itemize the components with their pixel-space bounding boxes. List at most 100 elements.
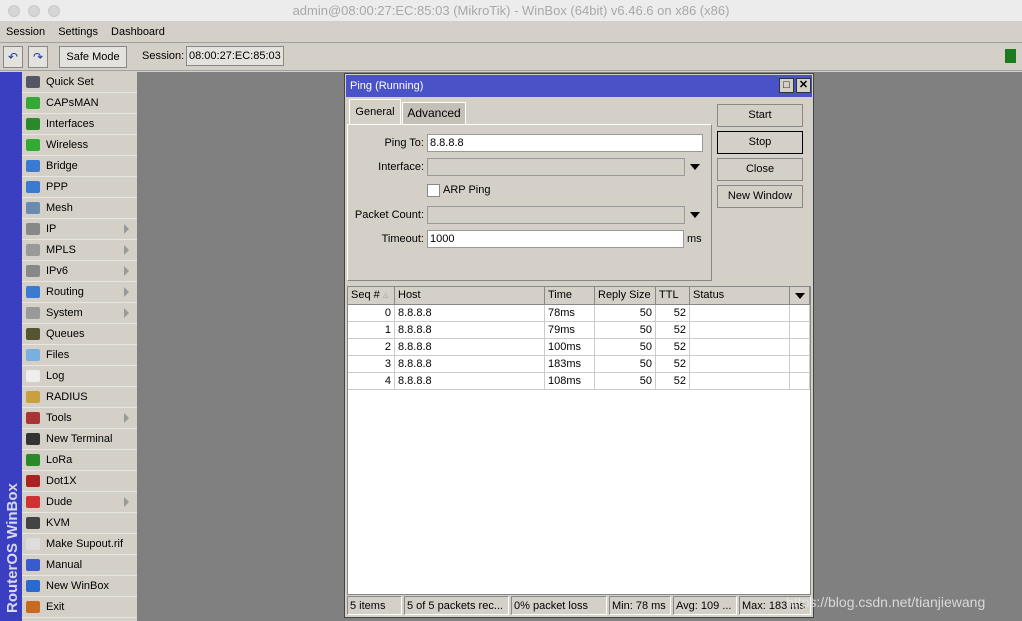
packet-count-dropdown-icon[interactable] xyxy=(690,212,700,218)
column-header-ttl[interactable]: TTL xyxy=(656,287,690,305)
menu-dashboard[interactable]: Dashboard xyxy=(111,26,165,38)
ping-to-input[interactable]: 8.8.8.8 xyxy=(427,134,703,152)
packet-count-label: Packet Count: xyxy=(354,209,424,221)
redo-button[interactable]: ↷ xyxy=(28,46,48,68)
menu-settings[interactable]: Settings xyxy=(58,26,98,38)
sidebar-item-quick-set[interactable]: Quick Set xyxy=(22,72,137,93)
sidebar-item-mpls[interactable]: MPLS xyxy=(22,240,137,261)
stop-button[interactable]: Stop xyxy=(717,131,803,154)
timeout-input[interactable]: 1000 xyxy=(427,230,684,248)
status-field: 5 of 5 packets rec... xyxy=(404,596,509,615)
app-title-bar: admin@08:00:27:EC:85:03 (MikroTik) - Win… xyxy=(0,0,1022,22)
column-header-status[interactable]: Status xyxy=(690,287,790,305)
tab-advanced[interactable]: Advanced xyxy=(402,102,466,124)
sidebar-item-routing[interactable]: Routing xyxy=(22,282,137,303)
table-cell: 50 xyxy=(595,322,656,339)
table-row[interactable]: 0 8.8.8.8 78ms 50 52 xyxy=(348,305,810,322)
antenna-icon xyxy=(26,97,40,109)
column-header-time[interactable]: Time xyxy=(545,287,595,305)
sidebar-item-files[interactable]: Files xyxy=(22,345,137,366)
sidebar-item-tools[interactable]: Tools xyxy=(22,408,137,429)
sidebar-item-queues[interactable]: Queues xyxy=(22,324,137,345)
submenu-arrow-icon xyxy=(124,266,129,276)
sidebar-item-kvm[interactable]: KVM xyxy=(22,513,137,534)
sort-asc-icon: ▵ xyxy=(382,289,389,301)
sidebar-item-ppp[interactable]: PPP xyxy=(22,177,137,198)
general-panel: Ping To: 8.8.8.8 Interface: ARP Ping Pac… xyxy=(347,124,712,281)
ipv6-icon xyxy=(26,265,40,277)
start-button[interactable]: Start xyxy=(717,104,803,127)
close-window-action-button[interactable]: Close xyxy=(717,158,803,181)
routing-icon xyxy=(26,286,40,298)
table-row[interactable]: 2 8.8.8.8 100ms 50 52 xyxy=(348,339,810,356)
column-header-host[interactable]: Host xyxy=(395,287,545,305)
table-cell: 52 xyxy=(656,356,690,373)
sidebar-item-interfaces[interactable]: Interfaces xyxy=(22,114,137,135)
table-cell: 8.8.8.8 xyxy=(395,305,545,322)
sidebar-item-new-terminal[interactable]: New Terminal xyxy=(22,429,137,450)
sidebar-item-radius[interactable]: RADIUS xyxy=(22,387,137,408)
sidebar-item-dude[interactable]: Dude xyxy=(22,492,137,513)
sidebar-item-lora[interactable]: LoRa xyxy=(22,450,137,471)
table-cell: 52 xyxy=(656,322,690,339)
minimize-window-button[interactable] xyxy=(28,5,40,17)
sidebar-item-ip[interactable]: IP xyxy=(22,219,137,240)
nic-icon xyxy=(26,118,40,130)
sidebar-item-label: Routing xyxy=(46,286,84,298)
packet-count-select[interactable] xyxy=(427,206,685,224)
column-chooser-button[interactable] xyxy=(790,287,810,305)
ping-results-table: Seq # ▵ Host Time Reply Size TTL Status 0 8.8.8… xyxy=(347,286,811,595)
sidebar-item-wireless[interactable]: Wireless xyxy=(22,135,137,156)
table-cell: 183ms xyxy=(545,356,595,373)
new-window-button[interactable]: New Window xyxy=(717,185,803,208)
submenu-arrow-icon xyxy=(124,224,129,234)
table-cell: 100ms xyxy=(545,339,595,356)
undo-button[interactable]: ↶ xyxy=(3,46,23,68)
sidebar-item-exit[interactable]: Exit xyxy=(22,597,137,618)
table-row[interactable]: 1 8.8.8.8 79ms 50 52 xyxy=(348,322,810,339)
close-button[interactable]: ✕ xyxy=(796,78,811,93)
table-row[interactable]: 3 8.8.8.8 183ms 50 52 xyxy=(348,356,810,373)
safe-mode-button[interactable]: Safe Mode xyxy=(59,46,127,68)
interface-select[interactable] xyxy=(427,158,685,176)
interface-dropdown-icon[interactable] xyxy=(690,164,700,170)
table-cell: 2 xyxy=(348,339,395,356)
table-cell: 4 xyxy=(348,373,395,390)
arp-ping-checkbox[interactable] xyxy=(427,184,440,197)
status-field: Avg: 109 ... xyxy=(673,596,737,615)
sidebar-item-label: IP xyxy=(46,223,57,235)
column-header-seq[interactable]: Seq # ▵ xyxy=(348,287,395,305)
maximize-button[interactable]: □ xyxy=(779,78,794,93)
sidebar-item-label: LoRa xyxy=(46,454,73,466)
tools-icon xyxy=(26,412,40,424)
session-label: Session: xyxy=(142,50,185,62)
column-header-reply-size[interactable]: Reply Size xyxy=(595,287,656,305)
column-header-label: Status xyxy=(693,289,725,301)
sidebar-item-bridge[interactable]: Bridge xyxy=(22,156,137,177)
wireless-icon xyxy=(26,139,40,151)
sidebar-item-system[interactable]: System xyxy=(22,303,137,324)
sidebar-item-mesh[interactable]: Mesh xyxy=(22,198,137,219)
sidebar-item-ipv6[interactable]: IPv6 xyxy=(22,261,137,282)
status-field: Min: 78 ms xyxy=(609,596,671,615)
column-header-label: Reply Size xyxy=(598,289,651,301)
bridge-icon xyxy=(26,160,40,172)
close-window-button[interactable] xyxy=(8,5,20,17)
sidebar-item-capsman[interactable]: CAPsMAN xyxy=(22,93,137,114)
sidebar-item-label: New WinBox xyxy=(46,580,109,592)
ping-window-titlebar[interactable]: Ping (Running) □ ✕ xyxy=(346,75,812,97)
menu-session[interactable]: Session xyxy=(6,26,45,38)
tab-general[interactable]: General xyxy=(349,99,401,124)
maximize-window-button[interactable] xyxy=(48,5,60,17)
table-cell: 50 xyxy=(595,339,656,356)
sidebar-item-dot1x[interactable]: Dot1X xyxy=(22,471,137,492)
sidebar-item-log[interactable]: Log xyxy=(22,366,137,387)
close-icon: ✕ xyxy=(798,79,809,91)
sidebar-item-make-supout-rif[interactable]: Make Supout.rif xyxy=(22,534,137,555)
table-cell: 79ms xyxy=(545,322,595,339)
sidebar-item-manual[interactable]: Manual xyxy=(22,555,137,576)
sidebar-item-label: System xyxy=(46,307,83,319)
status-bar: 5 items 5 of 5 packets rec... 0% packet lo… xyxy=(347,596,811,616)
sidebar-item-new-winbox[interactable]: New WinBox xyxy=(22,576,137,597)
table-row[interactable]: 4 8.8.8.8 108ms 50 52 xyxy=(348,373,810,390)
